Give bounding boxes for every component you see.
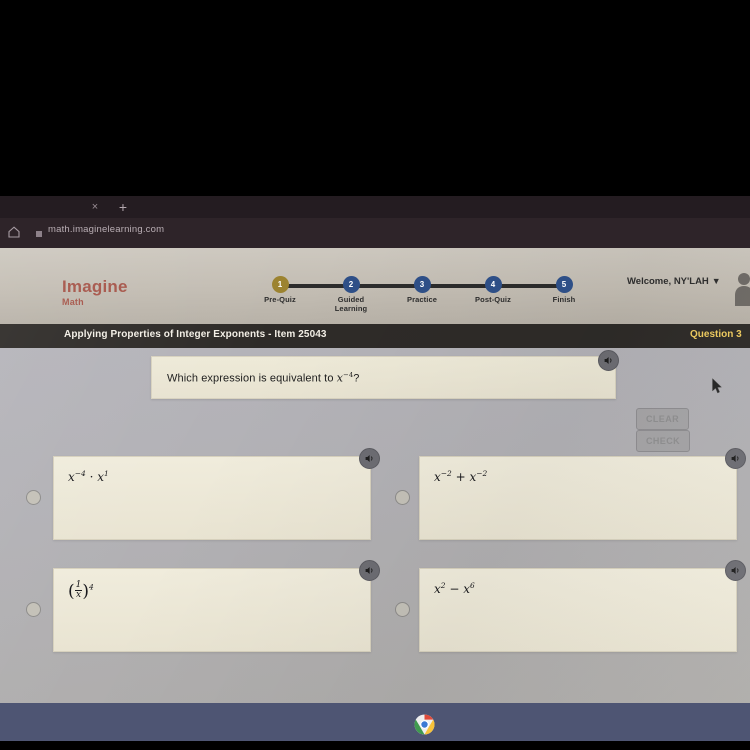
stepper-step-5[interactable]: 5 Finish — [546, 276, 582, 305]
welcome-text: Welcome, NY'LAH — [627, 276, 709, 287]
question-number-label: Question 3 — [690, 329, 742, 340]
d-exp2: 6 — [470, 581, 475, 590]
stepper-step-4[interactable]: 4 Post-Quiz — [475, 276, 511, 305]
d-base2: x — [463, 582, 471, 596]
logo-secondary-text: Math — [62, 297, 84, 307]
speaker-icon[interactable] — [359, 448, 380, 469]
d-base1: x — [434, 582, 441, 596]
clear-button[interactable]: CLEAR — [636, 408, 689, 430]
chrome-icon[interactable] — [414, 714, 435, 735]
letterbox-top — [0, 0, 750, 196]
question-prefix: Which expression is equivalent to — [167, 372, 337, 385]
stepper-label-2: Guided Learning — [334, 295, 368, 313]
browser-address-bar[interactable]: math.imaginelearning.com — [0, 218, 750, 248]
d-operator: − — [449, 582, 460, 596]
answer-radio-a[interactable] — [26, 490, 41, 505]
welcome-menu[interactable]: Welcome, NY'LAH ▼ — [627, 276, 721, 287]
page-title: Applying Properties of Integer Exponents… — [64, 329, 327, 340]
question-content-area: Which expression is equivalent to x−4? C… — [0, 348, 750, 703]
answer-option-a[interactable]: x−4 · x1 — [53, 448, 380, 540]
stepper-dot-4: 4 — [484, 276, 502, 293]
chevron-down-icon: ▼ — [711, 276, 721, 286]
letterbox-bottom — [0, 741, 750, 750]
answer-radio-d[interactable] — [395, 602, 410, 617]
stepper-dot-3: 3 — [413, 276, 431, 293]
speaker-icon[interactable] — [598, 350, 619, 371]
b-base1: x — [434, 470, 441, 484]
stepper-dot-1: 1 — [271, 276, 289, 293]
speaker-icon[interactable] — [725, 448, 746, 469]
logo-primary-text: Imagine — [62, 277, 128, 296]
progress-stepper: 1 Pre-Quiz 2 Guided Learning 3 Practice … — [262, 276, 582, 322]
stepper-label-3: Practice — [407, 295, 437, 304]
screenshot-root: × + math.imaginelearning.com Imagine Mat… — [0, 0, 750, 750]
answer-choices: x−4 · x1 x−2 + x−2 (1 x)4 x2 − x6 — [0, 446, 750, 666]
answer-expression-a: x−4 · x1 — [68, 469, 109, 484]
new-tab-icon[interactable]: + — [115, 199, 131, 215]
c-exponent: 4 — [89, 582, 94, 592]
avatar-icon[interactable] — [733, 272, 750, 306]
os-taskbar — [0, 703, 750, 741]
stepper-dot-5: 5 — [555, 276, 573, 293]
speaker-icon[interactable] — [725, 560, 746, 581]
speaker-icon[interactable] — [359, 560, 380, 581]
question-exponent: −4 — [343, 371, 354, 379]
a-operator: · — [89, 470, 94, 484]
answer-expression-c: (1 x)4 — [68, 580, 94, 602]
site-info-icon[interactable] — [36, 231, 42, 237]
close-icon[interactable]: × — [88, 200, 102, 214]
stepper-step-1[interactable]: 1 Pre-Quiz — [262, 276, 298, 305]
question-suffix: ? — [353, 372, 360, 385]
answer-option-b[interactable]: x−2 + x−2 — [419, 448, 746, 540]
answer-expression-d: x2 − x6 — [434, 581, 475, 596]
stepper-label-1: Pre-Quiz — [264, 295, 296, 304]
url-text: math.imaginelearning.com — [48, 224, 165, 235]
imagine-math-logo: Imagine Math — [62, 277, 128, 308]
a-base1: x — [68, 470, 75, 484]
answer-option-c[interactable]: (1 x)4 — [53, 560, 380, 652]
a-exp2: 1 — [104, 469, 109, 478]
b-operator: + — [455, 470, 466, 484]
mouse-pointer-icon — [712, 377, 723, 394]
stepper-label-5: Finish — [552, 295, 576, 304]
question-panel: Which expression is equivalent to x−4? — [151, 356, 616, 399]
answer-option-d[interactable]: x2 − x6 — [419, 560, 746, 652]
answer-radio-b[interactable] — [395, 490, 410, 505]
d-exp1: 2 — [440, 581, 446, 590]
home-icon[interactable] — [7, 225, 21, 239]
c-paren-open: ( — [68, 581, 75, 602]
question-text: Which expression is equivalent to x−4? — [167, 371, 360, 385]
browser-chrome: × + math.imaginelearning.com — [0, 196, 750, 248]
stepper-step-2[interactable]: 2 Guided Learning — [333, 276, 369, 313]
stepper-step-3[interactable]: 3 Practice — [404, 276, 440, 305]
b-exp2: −2 — [476, 469, 488, 478]
stepper-label-4: Post-Quiz — [475, 295, 511, 304]
a-base2: x — [97, 470, 105, 484]
browser-tabstrip: × + — [0, 196, 750, 218]
a-exp1: −4 — [74, 469, 86, 478]
answer-radio-c[interactable] — [26, 602, 41, 617]
answer-expression-b: x−2 + x−2 — [434, 469, 487, 484]
stepper-dot-2: 2 — [342, 276, 360, 293]
lesson-title-bar: Applying Properties of Integer Exponents… — [0, 324, 750, 348]
b-exp1: −2 — [440, 469, 452, 478]
